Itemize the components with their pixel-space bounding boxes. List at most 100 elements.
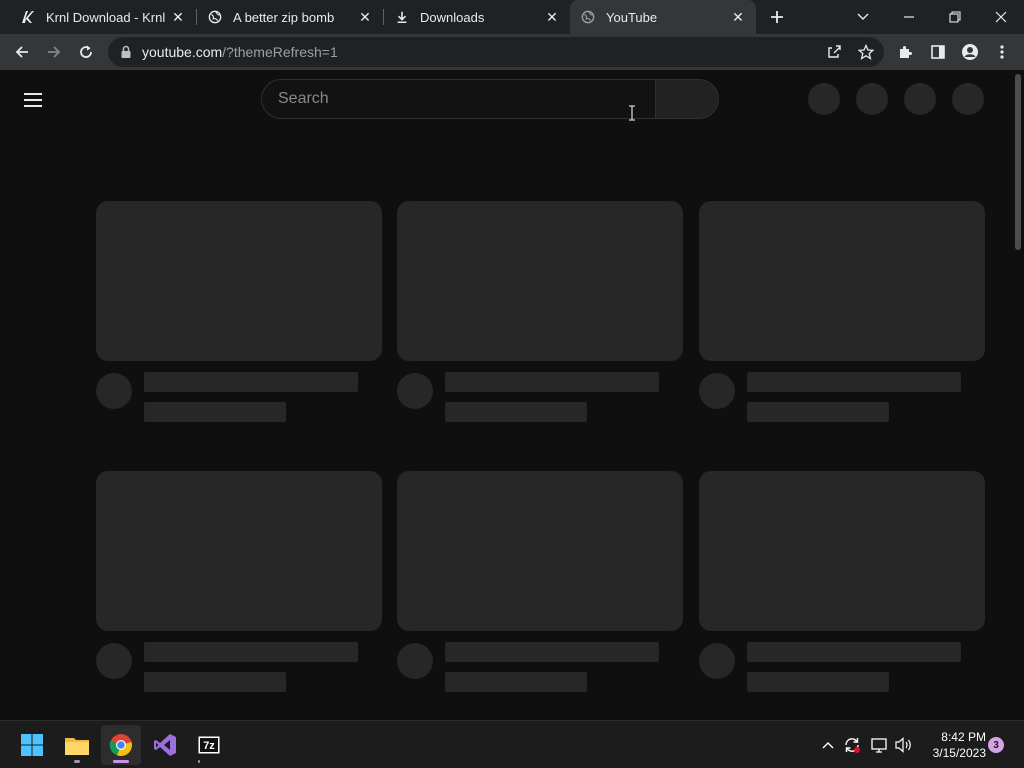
url-text: youtube.com/?themeRefresh=1 [142,44,338,60]
puzzle-icon [900,46,912,58]
taskbar-clock[interactable]: 8:42 PM 3/15/2023 [920,729,986,761]
skeleton-channel-avatar [397,643,433,679]
search-button[interactable] [655,79,719,119]
download-icon [394,9,410,25]
address-bar[interactable]: youtube.com/?themeRefresh=1 [108,37,884,67]
chevron-up-icon [822,742,834,749]
reload-button[interactable] [72,38,100,66]
sync-tray-button[interactable] [842,735,862,755]
skeleton-title-line [747,642,961,662]
clock-time: 8:42 PM [941,730,986,744]
close-window-button[interactable] [978,0,1024,34]
start-button[interactable] [12,725,52,765]
close-tab-icon[interactable]: ✕ [357,9,373,25]
back-button[interactable] [8,38,36,66]
skeleton-title-line [445,372,659,392]
scrollbar-thumb[interactable] [1015,74,1021,250]
url-path: /?themeRefresh=1 [222,44,338,60]
skeleton-channel-avatar [397,373,433,409]
search-input[interactable] [261,79,656,119]
skeleton-action-button [856,83,888,115]
plus-icon [771,11,783,23]
browser-toolbar: youtube.com/?themeRefresh=1 [0,34,1024,70]
tab-youtube[interactable]: YouTube ✕ [570,0,756,34]
skeleton-meta-line [144,402,286,422]
hamburger-menu-button[interactable] [24,88,48,112]
kebab-menu-icon [1000,45,1004,59]
skeleton-meta-line [445,402,587,422]
text-cursor-icon [629,105,635,121]
skeleton-action-button [808,83,840,115]
tab-title: A better zip bomb [233,9,335,25]
close-tab-icon[interactable]: ✕ [730,9,746,25]
tab-title: YouTube [606,9,658,25]
skeleton-meta-line [144,672,286,692]
skeleton-channel-avatar [699,373,735,409]
close-icon [995,11,1007,23]
extensions-button[interactable] [892,38,920,66]
skeleton-channel-avatar [699,643,735,679]
running-indicator [74,760,80,763]
skeleton-meta-line [747,402,889,422]
tab-strip: Krnl Download - Krnl ✕ A better zip bomb… [0,0,1024,34]
forward-button[interactable] [40,38,68,66]
network-tray-button[interactable] [870,735,890,755]
close-tab-icon[interactable]: ✕ [544,9,560,25]
minimize-button[interactable] [886,0,932,34]
tab-krnl[interactable]: Krnl Download - Krnl ✕ [10,0,196,34]
chrome-menu-button[interactable] [988,38,1016,66]
profile-button[interactable] [956,38,984,66]
tab-zip-bomb[interactable]: A better zip bomb ✕ [197,0,383,34]
skeleton-thumbnail [397,201,683,361]
skeleton-thumbnail [699,471,985,631]
close-tab-icon[interactable]: ✕ [170,9,186,25]
skeleton-title-line [445,642,659,662]
notification-badge[interactable]: 3 [988,737,1004,753]
new-tab-button[interactable] [764,5,790,29]
hamburger-icon [24,93,42,95]
skeleton-meta-line [747,672,889,692]
url-host: youtube.com [142,44,223,60]
restore-button[interactable] [932,0,978,34]
visual-studio-button[interactable] [145,725,185,765]
speaker-icon [895,737,911,753]
page-scrollbar[interactable] [1012,70,1024,720]
tab-search-button[interactable] [840,0,886,34]
tab-title: Krnl Download - Krnl [46,9,166,25]
visual-studio-icon [154,734,176,756]
skeleton-channel-avatar [96,373,132,409]
side-panel-button[interactable] [924,38,952,66]
volume-tray-button[interactable] [894,735,914,755]
skeleton-channel-avatar [96,643,132,679]
bookmark-button[interactable] [852,38,880,66]
browser-window: Krnl Download - Krnl ✕ A better zip bomb… [0,0,1024,70]
chrome-taskbar-button[interactable] [101,725,141,765]
skeleton-title-line [144,372,358,392]
skeleton-avatar-button [952,83,984,115]
share-button[interactable] [820,38,848,66]
side-panel-icon [931,45,945,59]
skeleton-title-line [747,372,961,392]
profile-icon [962,44,978,60]
globe-icon [207,9,223,25]
youtube-page [0,70,1024,720]
windows-start-icon [21,734,43,756]
restore-icon [949,11,961,23]
skeleton-action-button [904,83,936,115]
windows-taskbar: 7z 8:42 PM 3/15/2023 3 [0,720,1024,768]
running-indicator [198,760,200,763]
tab-downloads[interactable]: Downloads ✕ [384,0,570,34]
reload-icon [80,45,92,58]
sync-icon [845,738,860,753]
lock-icon[interactable] [118,44,134,60]
file-explorer-button[interactable] [57,725,97,765]
share-icon [828,45,841,58]
skeleton-meta-line [445,672,587,692]
chevron-down-icon [857,13,869,20]
krnl-favicon [20,9,36,25]
network-icon [871,738,887,753]
arrow-right-icon [48,46,61,58]
show-hidden-icons-button[interactable] [818,735,838,755]
7zip-button[interactable]: 7z [189,725,229,765]
skeleton-thumbnail [397,471,683,631]
